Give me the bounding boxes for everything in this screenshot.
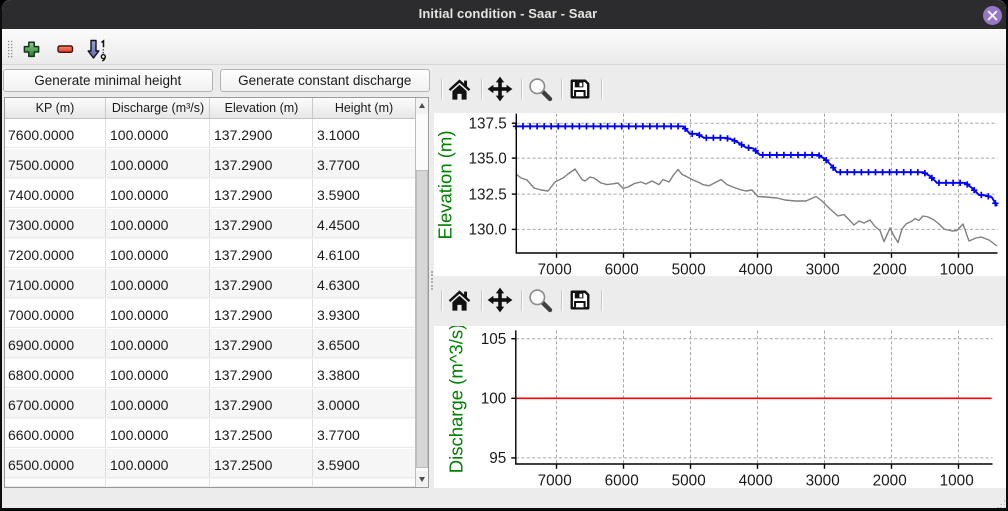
svg-text:7000: 7000 bbox=[538, 473, 572, 489]
svg-text:100: 100 bbox=[481, 391, 507, 408]
svg-text:1000: 1000 bbox=[940, 261, 974, 276]
svg-text:130.0: 130.0 bbox=[469, 222, 507, 239]
svg-text:3000: 3000 bbox=[806, 261, 840, 276]
svg-text:2000: 2000 bbox=[873, 473, 907, 489]
svg-text:Discharge (m^3/s): Discharge (m^3/s) bbox=[446, 326, 467, 473]
svg-text:95: 95 bbox=[489, 450, 506, 467]
svg-text:132.5: 132.5 bbox=[469, 186, 507, 203]
svg-text:3000: 3000 bbox=[806, 473, 840, 489]
svg-text:Elevation (m): Elevation (m) bbox=[435, 131, 456, 240]
svg-text:4000: 4000 bbox=[739, 473, 773, 489]
svg-text:137.5: 137.5 bbox=[469, 116, 507, 133]
svg-text:2000: 2000 bbox=[873, 261, 907, 276]
svg-text:7000: 7000 bbox=[538, 261, 572, 276]
svg-text:6000: 6000 bbox=[605, 261, 639, 276]
svg-text:6000: 6000 bbox=[605, 473, 639, 489]
svg-text:4000: 4000 bbox=[739, 261, 773, 276]
svg-text:5000: 5000 bbox=[672, 473, 706, 489]
svg-text:105: 105 bbox=[481, 331, 507, 348]
svg-text:5000: 5000 bbox=[672, 261, 706, 276]
svg-text:1000: 1000 bbox=[940, 473, 974, 489]
svg-text:135.0: 135.0 bbox=[469, 150, 507, 167]
